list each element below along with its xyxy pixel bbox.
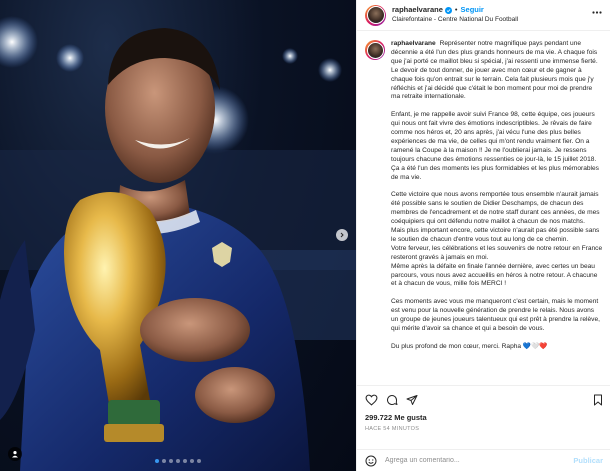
- caption-paragraph: Enfant, je me rappelle avoir suivi Franc…: [391, 111, 599, 181]
- author-username[interactable]: raphaelvarane: [392, 5, 443, 15]
- stadium-light: [282, 48, 298, 64]
- chevron-right-icon: [340, 232, 344, 238]
- avatar[interactable]: [365, 40, 385, 60]
- carousel-dots: [0, 459, 356, 463]
- photo-illustration: [0, 16, 356, 471]
- post-header: raphaelvarane • Seguir Clairefontaine - …: [357, 0, 610, 31]
- comment-form: Publicar: [357, 449, 610, 471]
- carousel-dot: [183, 459, 187, 463]
- caption-scroll-area[interactable]: raphaelvarane Représenter notre magnifiq…: [357, 31, 610, 385]
- follow-button[interactable]: Seguir: [461, 5, 484, 15]
- carousel-dot: [169, 459, 173, 463]
- post-timestamp[interactable]: HACE 54 MINUTOS: [365, 426, 603, 432]
- player-hand: [195, 367, 275, 423]
- caption-paragraph: Cette victoire que nous avons remportée …: [391, 191, 603, 288]
- save-button[interactable]: [593, 394, 603, 406]
- caption-fade: [357, 371, 610, 385]
- stadium-light: [318, 58, 342, 82]
- comment-icon: [387, 395, 398, 406]
- bookmark-icon: [594, 394, 602, 406]
- paper-plane-icon: [406, 395, 418, 405]
- like-button[interactable]: [365, 394, 378, 406]
- carousel-dot: [176, 459, 180, 463]
- likes-number: 299.722: [365, 413, 393, 422]
- post-location[interactable]: Clairefontaine - Centre National Du Foot…: [392, 15, 518, 25]
- caption-username[interactable]: raphaelvarane: [391, 40, 436, 47]
- caption-paragraph: raphaelvarane Représenter notre magnifiq…: [391, 40, 603, 102]
- carousel-next-button[interactable]: [336, 229, 348, 241]
- header-separator: •: [454, 5, 458, 14]
- carousel-dot: [155, 459, 159, 463]
- carousel-dot: [197, 459, 201, 463]
- smiley-icon: [365, 455, 377, 466]
- comment-input[interactable]: [385, 457, 574, 464]
- post-actions: 299.722 Me gusta HACE 54 MINUTOS: [357, 385, 610, 459]
- carousel-dot: [162, 459, 166, 463]
- post-details-panel: raphaelvarane • Seguir Clairefontaine - …: [356, 0, 610, 471]
- caption-text: Représenter notre magnifique pays pendan…: [391, 40, 598, 101]
- stadium-light: [0, 16, 38, 68]
- stadium-light: [56, 44, 84, 72]
- comment-button[interactable]: [386, 394, 398, 406]
- carousel-dot: [190, 459, 194, 463]
- post-caption: raphaelvarane Représenter notre magnifiq…: [391, 40, 603, 361]
- post-photo[interactable]: [0, 0, 356, 471]
- emoji-button[interactable]: [365, 455, 377, 467]
- more-options-icon[interactable]: [592, 11, 602, 14]
- caption-paragraph: Ces moments avec vous me manqueront c'es…: [391, 298, 600, 332]
- person-icon: [12, 451, 18, 458]
- likes-label: Me gusta: [394, 413, 427, 422]
- caption-paragraph: Du plus profond de mon cœur, merci. Raph…: [391, 342, 548, 350]
- player-hand: [140, 298, 250, 362]
- share-button[interactable]: [406, 394, 418, 406]
- heart-icon: [365, 394, 378, 406]
- avatar[interactable]: [365, 4, 386, 26]
- verified-badge-icon: [444, 6, 452, 14]
- publish-button[interactable]: Publicar: [573, 456, 603, 465]
- likes-count[interactable]: 299.722 Me gusta: [365, 413, 603, 422]
